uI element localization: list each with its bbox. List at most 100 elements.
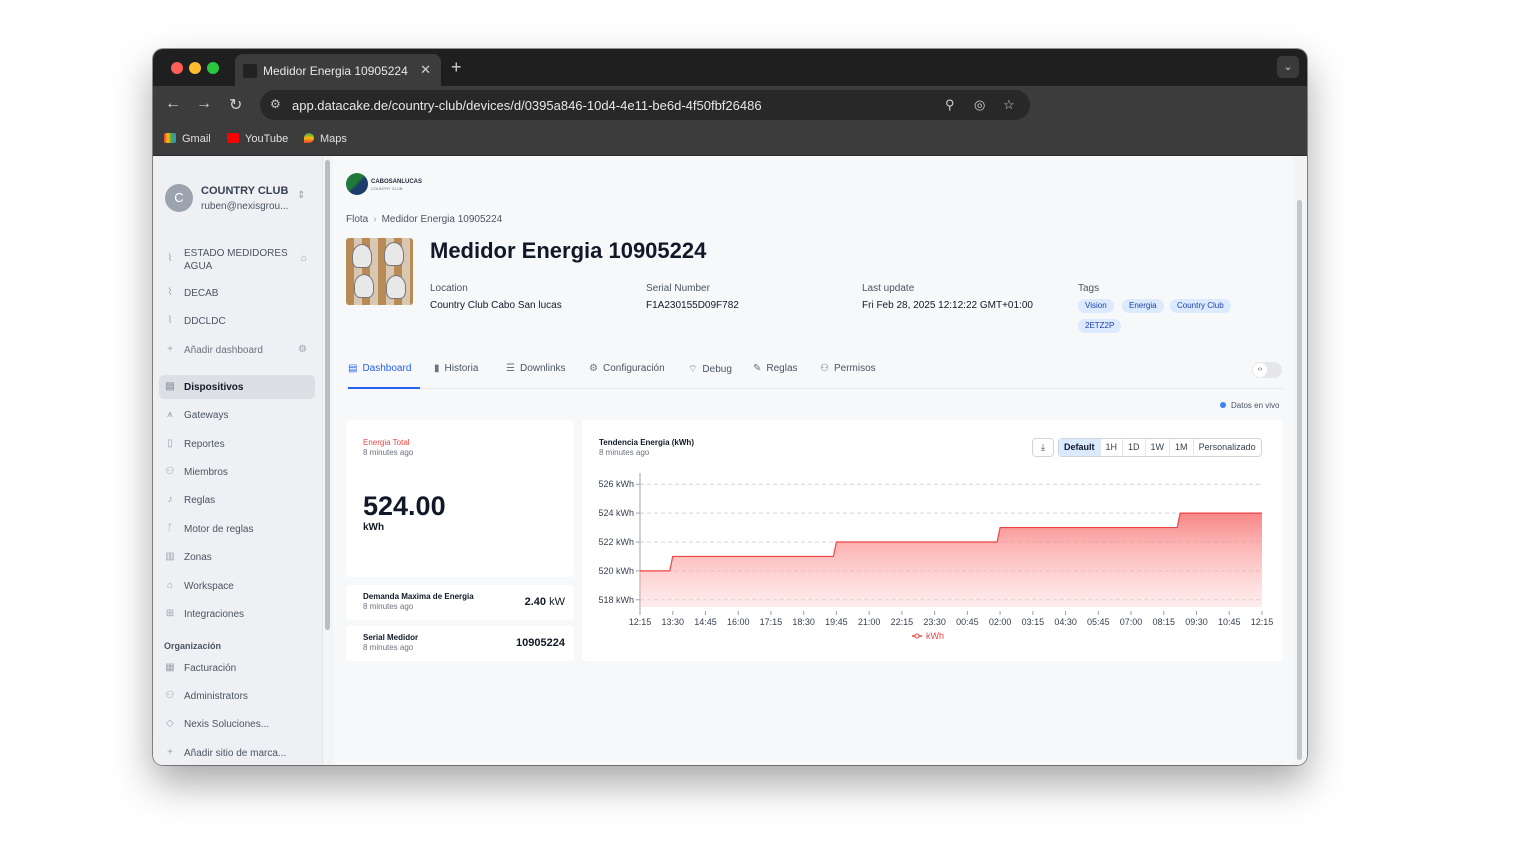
meta-value-serial: F1A230155D09F782 (646, 300, 739, 311)
bookmark-gmail[interactable]: Gmail (164, 133, 211, 145)
x-tick-label: 05:45 (1087, 617, 1110, 627)
org-name: COUNTRY CLUB (201, 185, 289, 197)
sidebar-item-label: Workspace (184, 581, 234, 592)
bookmark-star-icon[interactable]: ☆ (1003, 97, 1015, 113)
maps-icon (304, 133, 314, 143)
chevron-updown-icon: ⇕ (297, 190, 306, 201)
tab-search-button[interactable]: ⌄ (1277, 56, 1299, 78)
title-bar: Medidor Energia 10905224 ✕ + ⌄ (153, 49, 1307, 86)
x-tick-label: 03:15 (1022, 617, 1045, 627)
sidebar-scrollbar[interactable] (325, 160, 330, 630)
tag-badge[interactable]: Country Club (1170, 299, 1231, 313)
add-dashboard-button[interactable]: + Añadir dashboard ⚙ (159, 338, 315, 362)
x-tick-label: 04:30 (1054, 617, 1077, 627)
sidebar: C COUNTRY CLUB ruben@nexisgrou... ⇕ ⌇ ES… (153, 156, 323, 765)
plus-icon: + (167, 747, 173, 758)
gmail-icon (164, 133, 176, 143)
sidebar-item-label: Motor de reglas (184, 524, 254, 535)
live-data-indicator: Datos en vivo (1220, 401, 1279, 410)
tab-downlinks[interactable]: ☰ Downlinks (506, 363, 566, 374)
main-scrollbar[interactable] (1297, 200, 1302, 760)
logo-mark (346, 173, 368, 195)
sidebar-item-administrators[interactable]: ⚇ Administrators (159, 684, 315, 708)
x-tick-label: 23:30 (923, 617, 946, 627)
breadcrumb-current: Medidor Energia 10905224 (381, 214, 503, 225)
breadcrumb: Flota › Medidor Energia 10905224 (346, 214, 502, 225)
new-tab-button[interactable]: + (451, 57, 462, 78)
sidebar-item-workspace[interactable]: ⌂ Workspace (159, 574, 315, 598)
sidebar-item-reglas[interactable]: ♪ Reglas (159, 488, 315, 512)
tab-configuracion[interactable]: ⚙ Configuración (589, 363, 665, 374)
tab-reglas[interactable]: ✎ Reglas (753, 363, 798, 374)
tab-debug[interactable]: ⌔ Debug (688, 363, 732, 376)
tab-permisos[interactable]: ⚇ Permisos (820, 363, 876, 374)
sidebar-item-label: Gateways (184, 410, 229, 421)
sidebar-item-reportes[interactable]: ▯ Reportes (159, 432, 315, 456)
widget-value: 2.40 kW (525, 596, 565, 608)
code-icon: ‹› (1253, 363, 1267, 377)
address-bar[interactable]: ⚙ app.datacake.de/country-club/devices/d… (260, 90, 1030, 120)
sidebar-item-integraciones[interactable]: ⊞ Integraciones (159, 602, 315, 626)
browser-tab[interactable]: Medidor Energia 10905224 ✕ (235, 54, 441, 86)
devices-icon: ▤ (165, 381, 175, 392)
sidebar-item-dispositivos[interactable]: ▤ Dispositivos (159, 375, 315, 399)
x-tick-label: 22:15 (891, 617, 914, 627)
legend-label-kwh: kWh (926, 631, 944, 641)
users-icon: ⚇ (165, 466, 175, 477)
sidebar-item-estado-medidores[interactable]: ⌇ ESTADO MEDIDORES AGUA ⌂ (159, 243, 315, 275)
tracking-protection-icon[interactable]: ◎ (974, 97, 985, 113)
chart-icon: ⌇ (167, 315, 173, 326)
add-dashboard-label: Añadir dashboard (184, 345, 263, 356)
sidebar-item-add-brand-site[interactable]: + Añadir sitio de marca... (159, 741, 315, 765)
x-tick-label: 19:45 (825, 617, 848, 627)
sidebar-item-nexis[interactable]: ◇ Nexis Soluciones... (159, 712, 315, 736)
tab-dashboard[interactable]: ▤ Dashboard (348, 363, 411, 374)
chart-icon: ⌇ (167, 253, 173, 264)
sidebar-item-gateways[interactable]: ⩚ Gateways (159, 403, 315, 427)
gear-icon: ⚙ (589, 363, 598, 374)
close-tab-icon[interactable]: ✕ (420, 62, 431, 78)
reload-button[interactable]: ↻ (229, 95, 242, 115)
widget-tendencia-energia: Tendencia Energia (kWh) 8 minutes ago ⤓ … (582, 420, 1283, 661)
section-heading-organizacion: Organización (164, 641, 222, 651)
breadcrumb-flota[interactable]: Flota (346, 214, 368, 225)
site-info-icon[interactable]: ⚙ (270, 97, 281, 111)
sidebar-item-label: Miembros (184, 467, 228, 478)
bookmark-maps[interactable]: Maps (304, 133, 347, 145)
x-tick-label: 17:15 (760, 617, 783, 627)
maximize-window-button[interactable] (207, 62, 219, 74)
home-icon: ⌂ (300, 253, 307, 264)
x-tick-label: 07:00 (1120, 617, 1143, 627)
forward-button[interactable]: → (196, 95, 212, 113)
widget-value-number: 2.40 (524, 596, 547, 608)
code-view-toggle[interactable]: ‹› (1252, 362, 1282, 378)
minimize-window-button[interactable] (189, 62, 201, 74)
tag-badge[interactable]: Energia (1122, 299, 1164, 313)
legend-marker-dot (914, 633, 920, 639)
meta-value-last-update: Fri Feb 28, 2025 12:12:22 GMT+01:00 (862, 300, 1033, 311)
sidebar-item-motor-de-reglas[interactable]: ᚴ Motor de reglas (159, 517, 315, 541)
sidebar-item-ddcldc[interactable]: ⌇ DDCLDC (159, 309, 315, 333)
sidebar-item-zonas[interactable]: ▥ Zonas (159, 545, 315, 569)
x-tick-label: 13:30 (661, 617, 684, 627)
browser-window: Medidor Energia 10905224 ✕ + ⌄ ← → ↻ ⚙ a… (153, 49, 1307, 765)
back-button[interactable]: ← (165, 95, 181, 113)
bookmark-youtube[interactable]: YouTube (227, 133, 288, 145)
energy-chart[interactable]: 526 kWh 524 kWh 522 kWh 520 kWh 518 kWh 12:15… (582, 420, 1283, 661)
sidebar-item-facturacion[interactable]: ▦ Facturación (159, 656, 315, 680)
y-tick-label: 520 kWh (598, 566, 634, 576)
device-tabs: ▤ Dashboard ▮ Historia ☰ Downlinks ⚙ Configu… (346, 356, 1283, 389)
favicon-icon (243, 64, 257, 78)
rss-icon: ⌔ (688, 364, 698, 375)
zoom-icon[interactable]: ⚲ (945, 97, 955, 113)
tab-historia[interactable]: ▮ Historia (434, 363, 478, 374)
tag-badge[interactable]: 2ETZ2P (1078, 319, 1122, 333)
sidebar-item-decab[interactable]: ⌇ DECAB (159, 281, 315, 305)
close-window-button[interactable] (171, 62, 183, 74)
gear-icon[interactable]: ⚙ (298, 344, 307, 355)
sidebar-item-miembros[interactable]: ⚇ Miembros (159, 460, 315, 484)
sidebar-item-label: Nexis Soluciones... (184, 719, 270, 730)
tag-badge[interactable]: Vision (1078, 299, 1114, 313)
chevron-right-icon: › (373, 214, 377, 225)
sliders-icon: ☰ (506, 363, 515, 374)
